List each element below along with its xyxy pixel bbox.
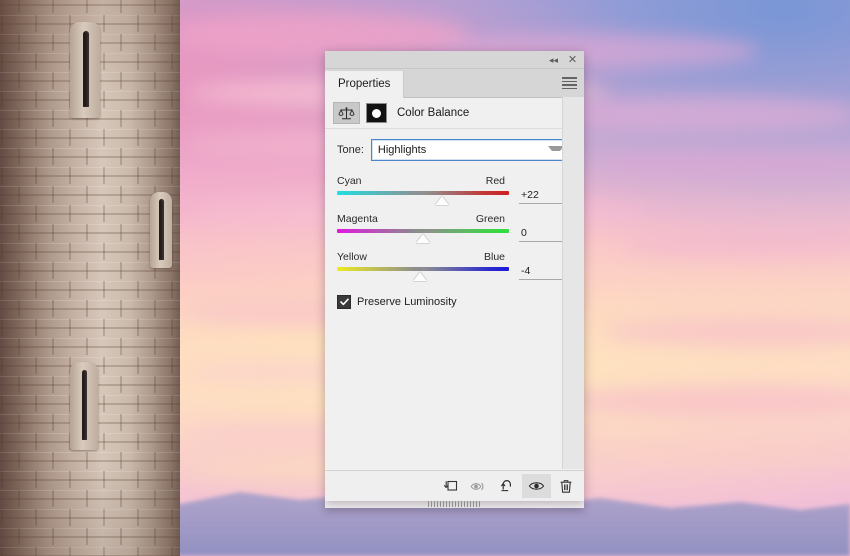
toggle-visibility-button[interactable] [522, 474, 551, 498]
slider-value-magenta-green[interactable]: 0 [519, 226, 565, 242]
tone-selected-value: Highlights [377, 144, 427, 156]
eye-icon [528, 482, 545, 490]
cloud-streak [170, 14, 470, 56]
preserve-luminosity-row[interactable]: Preserve Luminosity [337, 295, 572, 309]
preserve-luminosity-label: Preserve Luminosity [357, 296, 457, 308]
tone-row: Tone: Highlights [337, 139, 572, 161]
slider-yellow-blue: Yellow Blue -4 [337, 251, 572, 281]
arrow-slit-window [70, 22, 100, 118]
slider-right-label: Green [475, 213, 505, 225]
eye-mask-icon [470, 482, 483, 490]
slider-cyan-red: Cyan Red +22 [337, 175, 572, 205]
color-balance-scales-icon[interactable] [333, 102, 360, 124]
tone-label: Tone: [337, 144, 364, 156]
adjustment-header: Color Balance [325, 98, 584, 129]
toggle-mask-view-button[interactable] [464, 474, 493, 498]
close-icon[interactable]: ✕ [566, 54, 579, 66]
layer-mask-thumbnail[interactable] [366, 103, 387, 123]
delete-button[interactable] [551, 474, 580, 498]
slider-thumb-magenta-green[interactable] [416, 234, 430, 243]
stone-tower [0, 0, 180, 556]
arrow-slit-window [150, 192, 172, 268]
cloud-streak [560, 96, 850, 132]
slider-left-label: Yellow [337, 251, 367, 263]
slider-left-label: Cyan [337, 175, 362, 187]
properties-panel: ◂◂ ✕ Properties Color Balance Tone: High… [325, 51, 584, 507]
panel-titlebar: ◂◂ ✕ [325, 51, 584, 69]
tone-select[interactable]: Highlights [370, 139, 572, 161]
panel-resize-grip[interactable] [427, 501, 482, 507]
slider-thumb-yellow-blue[interactable] [412, 272, 427, 281]
slider-track-cyan-red[interactable] [337, 190, 509, 205]
slider-value-yellow-blue[interactable]: -4 [519, 264, 565, 280]
reset-button[interactable] [493, 474, 522, 498]
panel-menu-icon[interactable] [561, 76, 578, 90]
slider-left-label: Magenta [337, 213, 378, 225]
checkmark-icon [339, 298, 349, 306]
adjustment-title: Color Balance [397, 107, 470, 119]
clip-to-layer-button[interactable] [435, 474, 464, 498]
slider-track-magenta-green[interactable] [337, 228, 509, 243]
collapse-double-arrow-icon[interactable]: ◂◂ [547, 54, 560, 66]
slider-magenta-green: Magenta Green 0 [337, 213, 572, 243]
slider-value-cyan-red[interactable]: +22 [519, 188, 565, 204]
slider-right-label: Blue [483, 251, 505, 263]
preserve-luminosity-checkbox[interactable] [337, 295, 351, 309]
tab-properties[interactable]: Properties [325, 71, 405, 98]
clip-to-layer-icon [443, 480, 457, 491]
mask-white-dot [372, 108, 381, 118]
trash-icon [560, 479, 571, 493]
panel-footer-toolbar [325, 470, 584, 507]
arrow-slit-window [70, 362, 98, 450]
panel-tabstrip: Properties [325, 69, 584, 98]
slider-thumb-cyan-red[interactable] [434, 196, 449, 205]
slider-right-label: Red [485, 175, 505, 187]
slider-track-yellow-blue[interactable] [337, 266, 509, 281]
panel-body: Tone: Highlights Cyan Red +22 Magenta Gr… [325, 129, 584, 486]
reset-arrow-icon [500, 480, 511, 492]
panel-right-rail [562, 97, 584, 469]
